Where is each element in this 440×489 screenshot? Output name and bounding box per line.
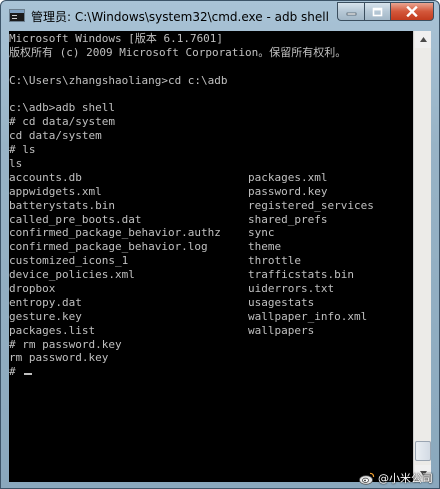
file-name: packages.xml xyxy=(248,170,328,184)
console-line: # cd data/system xyxy=(9,115,115,129)
file-name: theme xyxy=(248,240,282,254)
listing-row: confirmed_package_behavior.authz sync xyxy=(9,226,346,240)
title-bar[interactable]: 管理员: C:\Windows\system32\cmd.exe - adb s… xyxy=(1,1,439,31)
listing-row: customized_icons_1 throttle xyxy=(9,254,346,268)
file-name: wallpaper_info.xml xyxy=(248,309,368,323)
file-name: appwidgets.xml xyxy=(9,184,102,198)
listing-row: gesture.key wallpaper_info.xml xyxy=(9,309,367,324)
file-name: called_pre_boots.dat xyxy=(9,212,142,226)
file-name: registered_services xyxy=(248,198,374,212)
listing-row: confirmed_package_behavior.log theme xyxy=(9,240,346,254)
listing-row: appwidgets.xml password.key xyxy=(9,185,346,199)
file-name: throttle xyxy=(248,254,301,268)
file-name: trafficstats.bin xyxy=(248,268,354,282)
listing-row: entropy.dat usagestats xyxy=(9,296,346,310)
scroll-up-button[interactable] xyxy=(415,31,431,48)
prompt-line: # xyxy=(9,365,346,379)
file-name: wallpapers xyxy=(248,323,315,337)
vertical-scrollbar[interactable] xyxy=(413,31,431,482)
text-cursor xyxy=(24,373,33,376)
maximize-icon xyxy=(372,7,383,16)
console-line: 版权所有 (c) 2009 Microsoft Corporation。保留所有… xyxy=(9,45,347,59)
listing-row: dropbox uiderrors.txt xyxy=(9,282,346,296)
listing-row: accounts.db packages.xml xyxy=(9,171,346,185)
file-name: customized_icons_1 xyxy=(9,254,129,268)
close-icon xyxy=(406,6,418,17)
minimize-icon xyxy=(346,12,356,16)
window-controls xyxy=(337,2,434,21)
file-name: usagestats xyxy=(248,295,315,309)
file-name: confirmed_package_behavior.authz xyxy=(9,226,221,240)
file-name: packages.list xyxy=(9,323,96,337)
file-name: password.key xyxy=(248,184,328,198)
file-name: confirmed_package_behavior.log xyxy=(9,240,208,254)
terminal-text: Microsoft Windows [版本 6.1.7601] 版权所有 (c) … xyxy=(9,32,374,379)
file-name: batterystats.bin xyxy=(9,198,115,212)
listing-row: called_pre_boots.dat shared_prefs xyxy=(9,213,346,227)
console-line: cd data/system xyxy=(9,129,102,143)
file-name: shared_prefs xyxy=(248,212,328,226)
file-name: gesture.key xyxy=(9,309,82,323)
console-text: rm password.key xyxy=(9,351,109,365)
scroll-thumb[interactable] xyxy=(415,441,431,461)
watermark-text: @小米公司 xyxy=(378,472,433,485)
console-line: Microsoft Windows [版本 6.1.7601] xyxy=(9,32,224,45)
file-name: entropy.dat xyxy=(9,295,82,309)
cmd-window: 管理员: C:\Windows\system32\cmd.exe - adb s… xyxy=(0,0,440,489)
file-name: uiderrors.txt xyxy=(248,282,335,296)
listing-row: batterystats.bin registered_services xyxy=(9,198,374,213)
console-text: # rm password.key xyxy=(9,337,122,351)
watermark: @小米公司 xyxy=(359,470,433,486)
weibo-logo-icon xyxy=(359,472,375,485)
window-title: 管理员: C:\Windows\system32\cmd.exe - adb s… xyxy=(31,10,329,24)
file-name: sync xyxy=(248,226,275,240)
maximize-button[interactable] xyxy=(364,2,390,21)
console-line: rm password.key xyxy=(9,351,346,365)
listing-row: packages.list wallpapers xyxy=(9,324,346,338)
arrow-up-icon xyxy=(419,37,427,42)
console-text: # xyxy=(9,365,23,379)
console-line: ls xyxy=(9,157,23,171)
file-name: accounts.db xyxy=(9,170,82,184)
console-output[interactable]: Microsoft Windows [版本 6.1.7601] 版权所有 (c) … xyxy=(9,31,413,482)
file-name: dropbox xyxy=(9,282,56,296)
file-name: device_policies.xml xyxy=(9,268,135,282)
console-window-icon[interactable] xyxy=(9,9,25,22)
listing-row: device_policies.xml trafficstats.bin xyxy=(9,268,354,282)
console-line: C:\Users\zhangshaoliang>cd c:\adb xyxy=(9,73,228,87)
minimize-button[interactable] xyxy=(337,2,364,21)
console-line: # ls xyxy=(9,143,36,157)
console-line: # rm password.key xyxy=(9,338,346,352)
console-line: c:\adb>adb shell xyxy=(9,101,115,115)
close-button[interactable] xyxy=(390,2,434,21)
